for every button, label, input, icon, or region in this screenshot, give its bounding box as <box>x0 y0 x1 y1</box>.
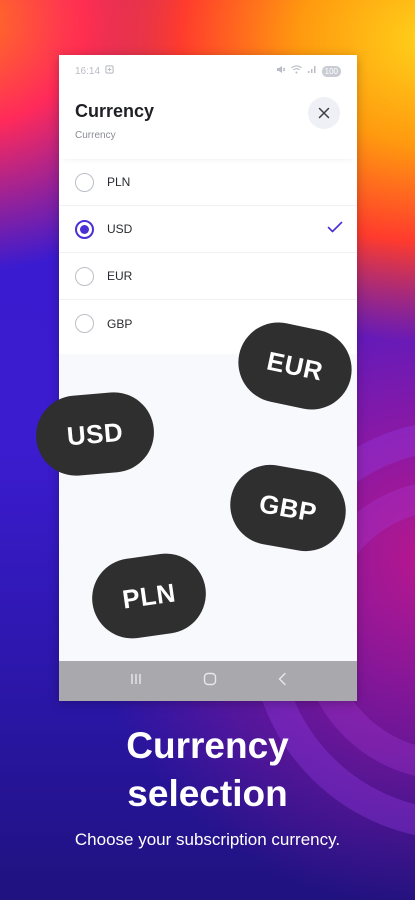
currency-option-eur[interactable]: EUR <box>59 253 357 300</box>
option-label: PLN <box>107 175 131 189</box>
page-title: Currency <box>75 101 155 121</box>
checkmark-icon <box>327 220 343 238</box>
currency-option-usd[interactable]: USD <box>59 206 357 253</box>
recent-apps-icon[interactable] <box>129 672 143 690</box>
close-icon <box>318 107 330 119</box>
option-label: GBP <box>107 316 133 331</box>
promo-headline: Currency selection <box>0 722 415 818</box>
radio-button[interactable] <box>75 314 94 333</box>
currency-option-pln[interactable]: PLN <box>59 159 357 206</box>
sheet-header: Currency Currency <box>59 87 357 159</box>
promo-tagline: Choose your subscription currency. <box>74 830 341 849</box>
option-label: USD <box>107 222 133 236</box>
notification-icon <box>105 65 114 77</box>
status-bar: 16:14 100 <box>59 55 357 87</box>
signal-icon <box>307 65 317 77</box>
option-label: EUR <box>107 269 133 283</box>
currency-list: PLN USD EUR GBP <box>59 159 357 347</box>
system-nav-bar <box>59 661 357 701</box>
headline-line-1: Currency <box>126 725 289 766</box>
mute-icon <box>276 65 286 77</box>
radio-button[interactable] <box>75 266 94 286</box>
radio-button[interactable] <box>75 172 94 192</box>
page-subtitle: Currency <box>75 130 116 141</box>
home-icon[interactable] <box>203 672 217 691</box>
back-icon[interactable] <box>277 672 287 691</box>
headline-line-2: selection <box>127 773 288 814</box>
battery-indicator: 100 <box>321 65 341 77</box>
wifi-icon <box>290 65 302 77</box>
status-time: 16:14 <box>75 65 101 77</box>
radio-button-selected[interactable] <box>75 219 94 239</box>
close-button[interactable] <box>308 97 340 129</box>
